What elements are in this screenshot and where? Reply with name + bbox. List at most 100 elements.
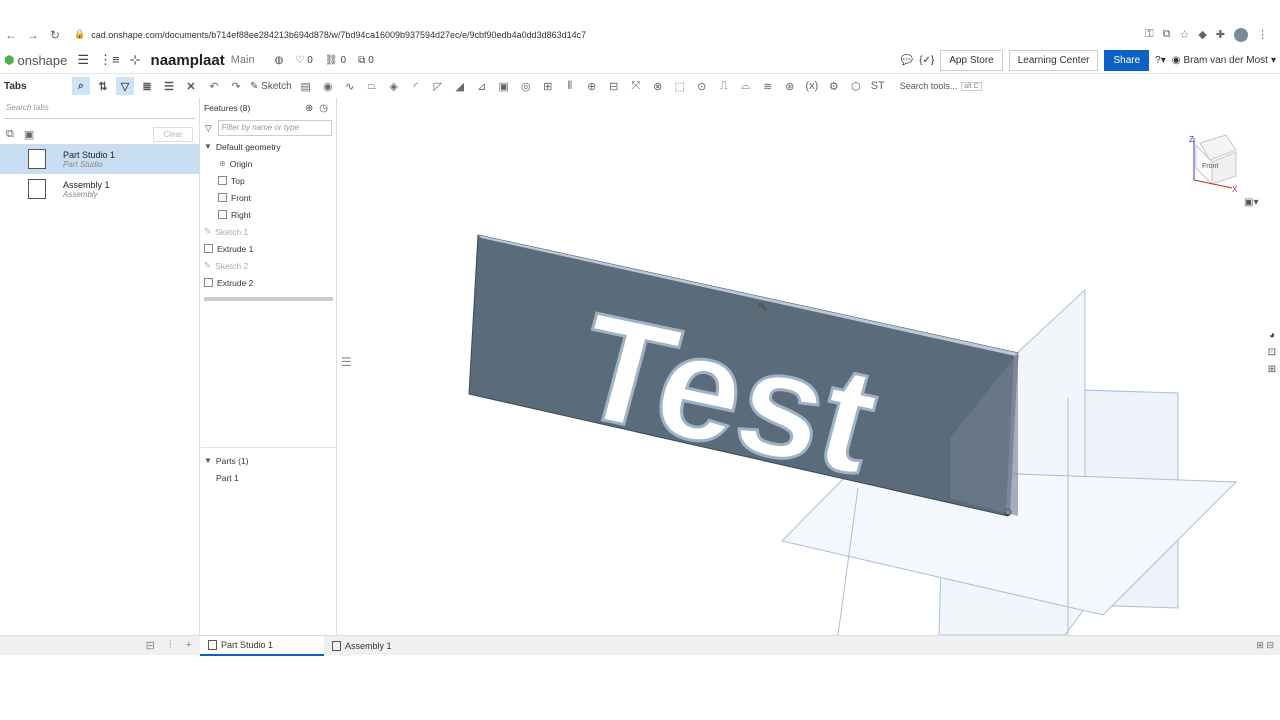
sort-icon[interactable]: ⇅ <box>94 77 112 95</box>
feature-extrude-1[interactable]: Extrude 1 <box>201 240 336 257</box>
split-icon[interactable]: ⊟ <box>606 80 622 93</box>
code-icon[interactable]: {✓} <box>919 55 934 66</box>
draft-icon[interactable]: ◢ <box>452 80 468 93</box>
surface-icon[interactable]: ⌓ <box>738 80 754 93</box>
forward-icon[interactable]: → <box>22 28 44 42</box>
curve-icon[interactable]: ≋ <box>760 80 776 93</box>
delete-part-icon[interactable]: ⊗ <box>650 80 666 93</box>
feature-list-icon[interactable]: ⋮≡ <box>99 52 120 68</box>
shell-icon[interactable]: ▣ <box>496 80 512 93</box>
mirror-icon[interactable]: ⫴ <box>562 80 578 93</box>
search-tools[interactable]: Search tools... alt C <box>900 81 982 91</box>
graphics-viewport[interactable]: Test ⬉ Front Z X ▣▾ ☰ ◕ ⊡ ⊞ <box>338 98 1280 635</box>
profile-avatar[interactable] <box>1234 27 1248 42</box>
list-icon[interactable]: ≣ <box>138 77 156 95</box>
tab-part-studio-1[interactable]: Part Studio 1 Part Studio <box>0 144 199 174</box>
pattern-icon[interactable]: ⊞ <box>540 80 556 93</box>
undo-icon[interactable]: ↶ <box>206 80 222 93</box>
appearance-icon[interactable]: ◕ <box>1269 330 1275 341</box>
feature-top[interactable]: Top <box>201 172 336 189</box>
mate-connector-icon[interactable]: ⊙ <box>694 80 710 93</box>
bottom-tab-part-studio[interactable]: Part Studio 1 <box>200 635 324 656</box>
clear-button[interactable]: Clear <box>153 126 193 142</box>
puzzle-icon[interactable]: ✚ <box>1216 28 1225 42</box>
search-tabs-input[interactable]: Search tabs <box>4 103 195 119</box>
redo-icon[interactable]: ↷ <box>228 80 244 93</box>
version-graph-icon[interactable]: ⊹ <box>130 52 141 68</box>
chamfer-icon[interactable]: ◸ <box>430 80 446 93</box>
view-cube[interactable]: Front Z X ▣▾ <box>1189 134 1258 208</box>
bottom-tab-assembly[interactable]: Assembly 1 <box>324 636 448 656</box>
loft-icon[interactable]: ⏢ <box>364 80 380 93</box>
feature-front[interactable]: Front <box>201 189 336 206</box>
feature-origin[interactable]: ⊕ Origin <box>201 155 336 172</box>
address-bar[interactable]: 🔒 cad.onshape.com/documents/b714ef88ee28… <box>74 25 1145 44</box>
rib-icon[interactable]: ⊿ <box>474 80 490 93</box>
helix-icon[interactable]: ⊛ <box>782 80 798 93</box>
close-icon[interactable]: ✕ <box>182 77 200 95</box>
learning-center-button[interactable]: Learning Center <box>1008 49 1099 71</box>
boolean-icon[interactable]: ⊕ <box>584 80 600 93</box>
part-studio-filter-icon[interactable]: ⧉ <box>6 128 14 141</box>
reload-icon[interactable]: ↻ <box>44 28 66 42</box>
chevron-down-icon[interactable]: ▼ <box>204 456 212 465</box>
feature-sketch-2[interactable]: ✎ Sketch 2 <box>201 257 336 274</box>
hole-icon[interactable]: ◎ <box>518 80 534 93</box>
model-view[interactable]: Test ⬉ Front Z X ▣▾ ☰ <box>338 98 1280 635</box>
default-geometry-row[interactable]: ▼ Default geometry <box>201 138 336 155</box>
assembly-filter-icon[interactable]: ▣ <box>24 128 34 141</box>
search-icon[interactable]: ⌕ <box>72 77 90 95</box>
extrude-icon[interactable]: ▤ <box>298 80 314 93</box>
share-button[interactable]: Share <box>1104 49 1150 71</box>
sheet-metal-icon[interactable]: ⎍ <box>716 80 732 93</box>
custom-features-icon[interactable]: ⬡ <box>848 80 864 93</box>
add-tab-icon[interactable]: + <box>186 639 192 652</box>
key-icon[interactable]: ⚿ <box>1145 28 1153 42</box>
bookmark-star-icon[interactable]: ☆ <box>1179 28 1189 42</box>
user-menu[interactable]: ◉ Bram van der Most ▾ <box>1172 55 1276 66</box>
feature-extrude-2[interactable]: Extrude 2 <box>201 274 336 291</box>
likes-count[interactable]: ♡ 0 <box>295 55 313 66</box>
extension-icon[interactable]: ◆ <box>1198 28 1206 42</box>
sketch-button[interactable]: ✎ Sketch <box>250 81 292 92</box>
thicken-icon[interactable]: ◈ <box>386 80 402 93</box>
tab-manager-icon[interactable]: ⊟ <box>146 639 155 652</box>
mass-properties-icon[interactable]: ⊞ <box>1268 364 1276 375</box>
translate-icon[interactable]: ⧉ <box>1163 28 1171 42</box>
comment-icon[interactable]: 💬 <box>901 55 913 66</box>
globe-icon[interactable]: ◍ <box>275 55 284 66</box>
history-icon[interactable]: ◷ <box>319 103 328 114</box>
filter-icon[interactable]: ▽ <box>116 77 134 95</box>
sweep-icon[interactable]: ∿ <box>342 80 358 93</box>
help-icon[interactable]: ?▾ <box>1155 55 1166 66</box>
links-count[interactable]: ⛓ 0 <box>325 55 346 66</box>
tab-filter-icon[interactable]: ⫶ <box>169 639 172 652</box>
measure-icon[interactable]: ⊞ ⊟ <box>1256 640 1274 651</box>
transform-icon[interactable]: ⤧ <box>628 80 644 93</box>
variable-icon[interactable]: (x) <box>804 80 820 92</box>
document-name[interactable]: naamplaat <box>151 52 225 69</box>
branch-label[interactable]: Main <box>231 54 255 66</box>
detail-list-icon[interactable]: ☰ <box>160 77 178 95</box>
add-folder-icon[interactable]: ⊕ <box>305 103 313 114</box>
feature-right[interactable]: Right <box>201 206 336 223</box>
browser-menu-icon[interactable]: ⋮ <box>1257 28 1268 42</box>
collapse-panel-icon[interactable]: ☰ <box>341 355 352 369</box>
back-icon[interactable]: ← <box>0 28 22 42</box>
menu-icon[interactable]: ☰ <box>77 52 89 68</box>
copies-count[interactable]: ⧉ 0 <box>358 55 374 66</box>
app-store-button[interactable]: App Store <box>940 49 1003 71</box>
frames-icon[interactable]: ⚙ <box>826 80 842 93</box>
rollback-bar[interactable] <box>204 297 333 301</box>
revolve-icon[interactable]: ◉ <box>320 80 336 93</box>
part-item[interactable]: Part 1 <box>201 469 337 486</box>
onshape-logo[interactable]: ⬢ onshape <box>4 53 67 68</box>
properties-icon[interactable]: ⊡ <box>1268 347 1276 358</box>
view-options-icon[interactable]: ▣▾ <box>1244 197 1258 208</box>
fillet-icon[interactable]: ◜ <box>408 80 424 93</box>
chevron-down-icon[interactable]: ▼ <box>204 142 212 151</box>
feature-sketch-1[interactable]: ✎ Sketch 1 <box>201 223 336 240</box>
add-custom-icon[interactable]: ST <box>870 80 886 92</box>
feature-filter-input[interactable]: Filter by name or type <box>217 120 332 136</box>
plane-icon[interactable]: ⬚ <box>672 80 688 93</box>
